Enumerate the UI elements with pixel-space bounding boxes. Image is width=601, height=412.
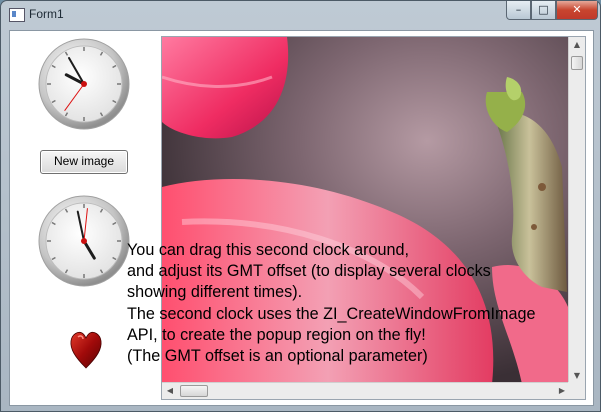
client-area: New image ▲ ▼ ◀ ▶ You can drag this seco… — [9, 30, 594, 406]
minimize-button[interactable]: – — [506, 1, 531, 20]
instruction-text: You can drag this second clock around, a… — [127, 240, 535, 367]
new-image-button[interactable]: New image — [40, 150, 128, 174]
main-window: Form1 – □ ✕ New image ▲ ▼ ◀ ▶ You can dr… — [0, 0, 601, 412]
title-bar[interactable]: Form1 – □ ✕ — [1, 1, 600, 29]
horizontal-scrollbar[interactable]: ◀ ▶ — [162, 382, 570, 399]
instruction-line: and adjust its GMT offset (to display se… — [127, 262, 491, 281]
scroll-left-icon[interactable]: ◀ — [162, 383, 178, 399]
instruction-line: You can drag this second clock around, — [127, 241, 409, 259]
vertical-scroll-thumb[interactable] — [571, 56, 583, 70]
heart-icon — [69, 329, 103, 373]
analog-clock-icon[interactable] — [37, 194, 131, 288]
horizontal-scroll-thumb[interactable] — [180, 385, 208, 397]
scrollbar-corner — [568, 382, 585, 399]
clock-face — [38, 195, 130, 287]
vertical-scrollbar[interactable]: ▲ ▼ — [568, 37, 585, 384]
scroll-up-icon[interactable]: ▲ — [569, 37, 585, 53]
instruction-line: (The GMT offset is an optional parameter… — [127, 347, 428, 366]
instruction-line: showing different times). — [127, 283, 303, 302]
close-button[interactable]: ✕ — [556, 1, 598, 20]
window-title: Form1 — [29, 7, 64, 21]
instruction-line: API, to create the popup region on the f… — [127, 325, 426, 344]
instruction-line: The second clock uses the ZI_CreateWindo… — [127, 304, 536, 323]
app-window-icon[interactable] — [9, 8, 25, 22]
analog-clock-icon — [37, 37, 131, 131]
maximize-button[interactable]: □ — [531, 1, 556, 20]
clock-face — [38, 38, 130, 130]
